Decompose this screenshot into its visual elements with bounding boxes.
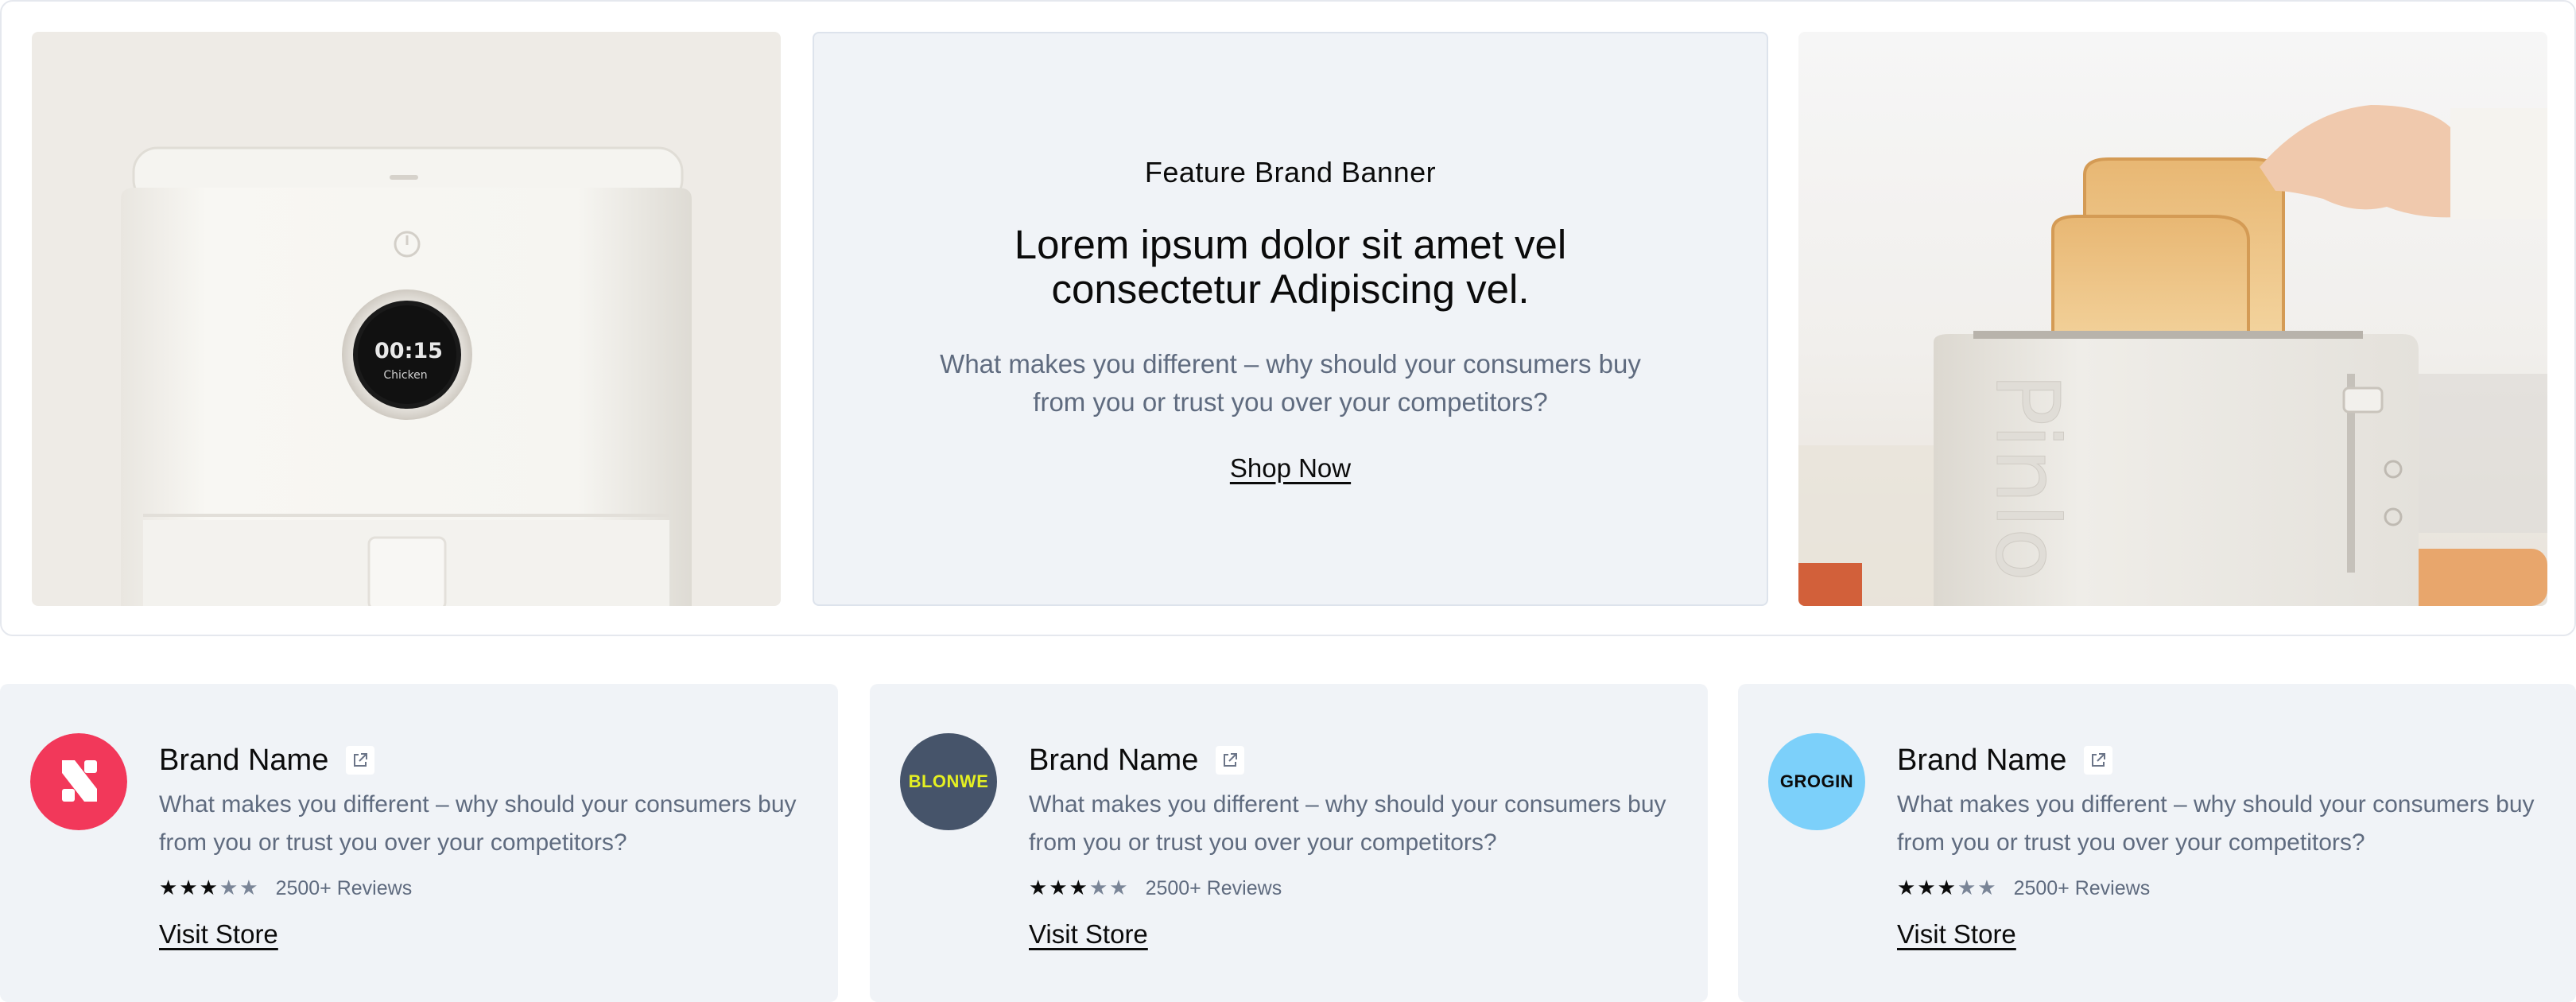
brand-card: Brand Name What makes you different – wh… — [0, 684, 838, 1002]
s-mark-logo-icon — [30, 733, 127, 830]
star-icon: ★ — [1109, 876, 1128, 900]
brand-rating: ★ ★ ★ ★ ★ 2500+ Reviews — [1897, 875, 2150, 902]
visit-store-link[interactable]: Visit Store — [1897, 919, 2016, 950]
toaster-image: Pinlo — [1798, 32, 2547, 606]
star-icon: ★ — [199, 876, 218, 900]
svg-text:Chicken: Chicken — [383, 369, 427, 382]
star-icon: ★ — [179, 876, 198, 900]
feature-banner: 00:15 Chicken Feature Brand Banner Lorem… — [0, 0, 2576, 636]
brand-rating: ★ ★ ★ ★ ★ 2500+ Reviews — [1029, 875, 1282, 902]
brand-name[interactable]: Brand Name — [1029, 744, 1198, 778]
star-icon: ★ — [159, 876, 178, 900]
visit-store-link[interactable]: Visit Store — [159, 919, 278, 950]
brand-rating: ★ ★ ★ ★ ★ 2500+ Reviews — [159, 875, 412, 902]
star-icon: ★ — [1088, 876, 1108, 900]
review-count: 2500+ Reviews — [1145, 876, 1282, 899]
star-rating: ★ ★ ★ ★ ★ — [1897, 878, 1996, 899]
review-count: 2500+ Reviews — [2013, 876, 2151, 899]
star-rating: ★ ★ ★ ★ ★ — [159, 878, 258, 899]
banner-eyebrow: Feature Brand Banner — [1144, 156, 1437, 188]
air-fryer-image: 00:15 Chicken — [32, 32, 781, 606]
brand-logo-s-mark[interactable] — [30, 733, 127, 830]
brand-description: What makes you different – why should yo… — [1897, 791, 2535, 856]
star-icon: ★ — [1957, 876, 1977, 900]
visit-store-link[interactable]: Visit Store — [1029, 919, 1148, 950]
external-link-icon[interactable] — [1216, 746, 1245, 775]
brand-description: What makes you different – why should yo… — [1029, 791, 1666, 856]
banner-headline: Lorem ipsum dolor sit amet vel consectet… — [1014, 222, 1567, 312]
banner-description: What makes you different – why should yo… — [940, 349, 1641, 417]
star-icon: ★ — [239, 876, 258, 900]
review-count: 2500+ Reviews — [275, 876, 413, 899]
brand-logo-text: BLONWE — [908, 771, 989, 791]
star-icon: ★ — [1069, 876, 1088, 900]
star-icon: ★ — [1029, 876, 1048, 900]
brand-name[interactable]: Brand Name — [1897, 744, 2066, 778]
brand-logo-blonwe[interactable]: BLONWE — [900, 733, 997, 830]
brand-logo-grogin[interactable]: GROGIN — [1768, 733, 1865, 830]
external-link-icon[interactable] — [346, 746, 375, 775]
star-rating: ★ ★ ★ ★ ★ — [1029, 878, 1128, 899]
brand-card: BLONWE Brand Name What makes you differe… — [870, 684, 1708, 1002]
brand-card: GROGIN Brand Name What makes you differe… — [1738, 684, 2576, 1002]
star-icon: ★ — [1977, 876, 1996, 900]
brand-name[interactable]: Brand Name — [159, 744, 328, 778]
brand-logo-text: GROGIN — [1779, 771, 1854, 791]
star-icon: ★ — [1917, 876, 1936, 900]
star-icon: ★ — [1937, 876, 1956, 900]
external-link-icon[interactable] — [2084, 746, 2113, 775]
star-icon: ★ — [1049, 876, 1068, 900]
svg-text:00:15: 00:15 — [374, 339, 443, 363]
shop-now-link[interactable]: Shop Now — [814, 453, 1767, 484]
svg-text:Pinlo: Pinlo — [1977, 373, 2078, 581]
star-icon: ★ — [1897, 876, 1916, 900]
banner-content-panel: Feature Brand Banner Lorem ipsum dolor s… — [813, 32, 1768, 606]
brand-description: What makes you different – why should yo… — [159, 791, 797, 856]
star-icon: ★ — [219, 876, 239, 900]
